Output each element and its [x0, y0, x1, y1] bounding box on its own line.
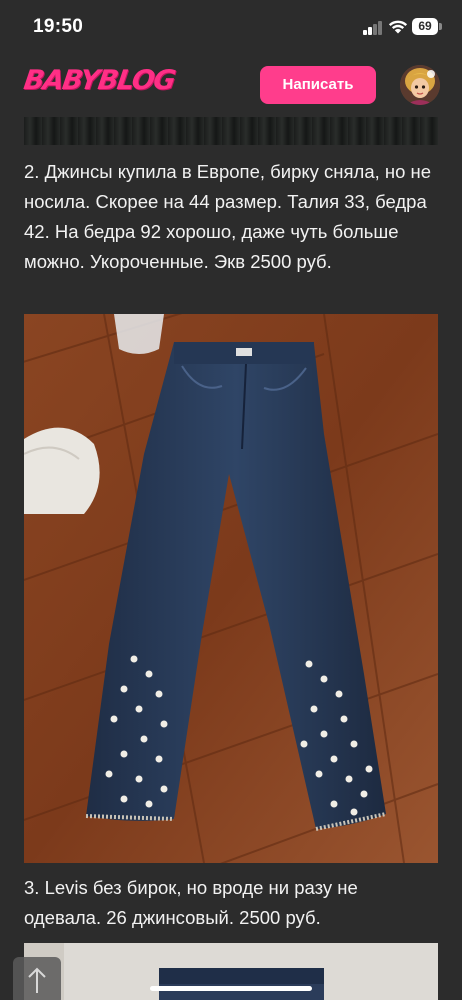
post-paragraph-3: 3. Levis без бирок, но вроде ни разу не …: [24, 877, 358, 928]
arrow-up-icon: [28, 967, 46, 993]
app-header: BABYBLOG Написать: [0, 54, 462, 117]
babyblog-logo[interactable]: BABYBLOG: [22, 65, 176, 96]
jeans-photo-image: [24, 314, 438, 863]
status-bar: 19:50 69: [0, 0, 462, 54]
previous-photo[interactable]: [24, 117, 438, 145]
signal-icon: [363, 21, 383, 35]
levis-photo-image: [24, 943, 438, 1000]
scroll-to-top-button[interactable]: [13, 957, 61, 1000]
jeans-photo[interactable]: [24, 314, 438, 863]
avatar-image: [400, 65, 440, 105]
battery-level: 69: [418, 19, 432, 33]
status-time: 19:50: [33, 16, 84, 37]
home-indicator: [150, 986, 312, 991]
levis-photo[interactable]: [24, 943, 438, 1000]
post-content: 2. Джинсы купила в Европе, бирку сняла, …: [0, 117, 462, 1000]
avatar[interactable]: [400, 65, 440, 105]
wifi-icon: [388, 20, 408, 34]
write-button[interactable]: Написать: [260, 66, 376, 104]
post-paragraph-2: 2. Джинсы купила в Европе, бирку сняла, …: [24, 161, 432, 272]
battery-icon: 69: [412, 18, 442, 35]
